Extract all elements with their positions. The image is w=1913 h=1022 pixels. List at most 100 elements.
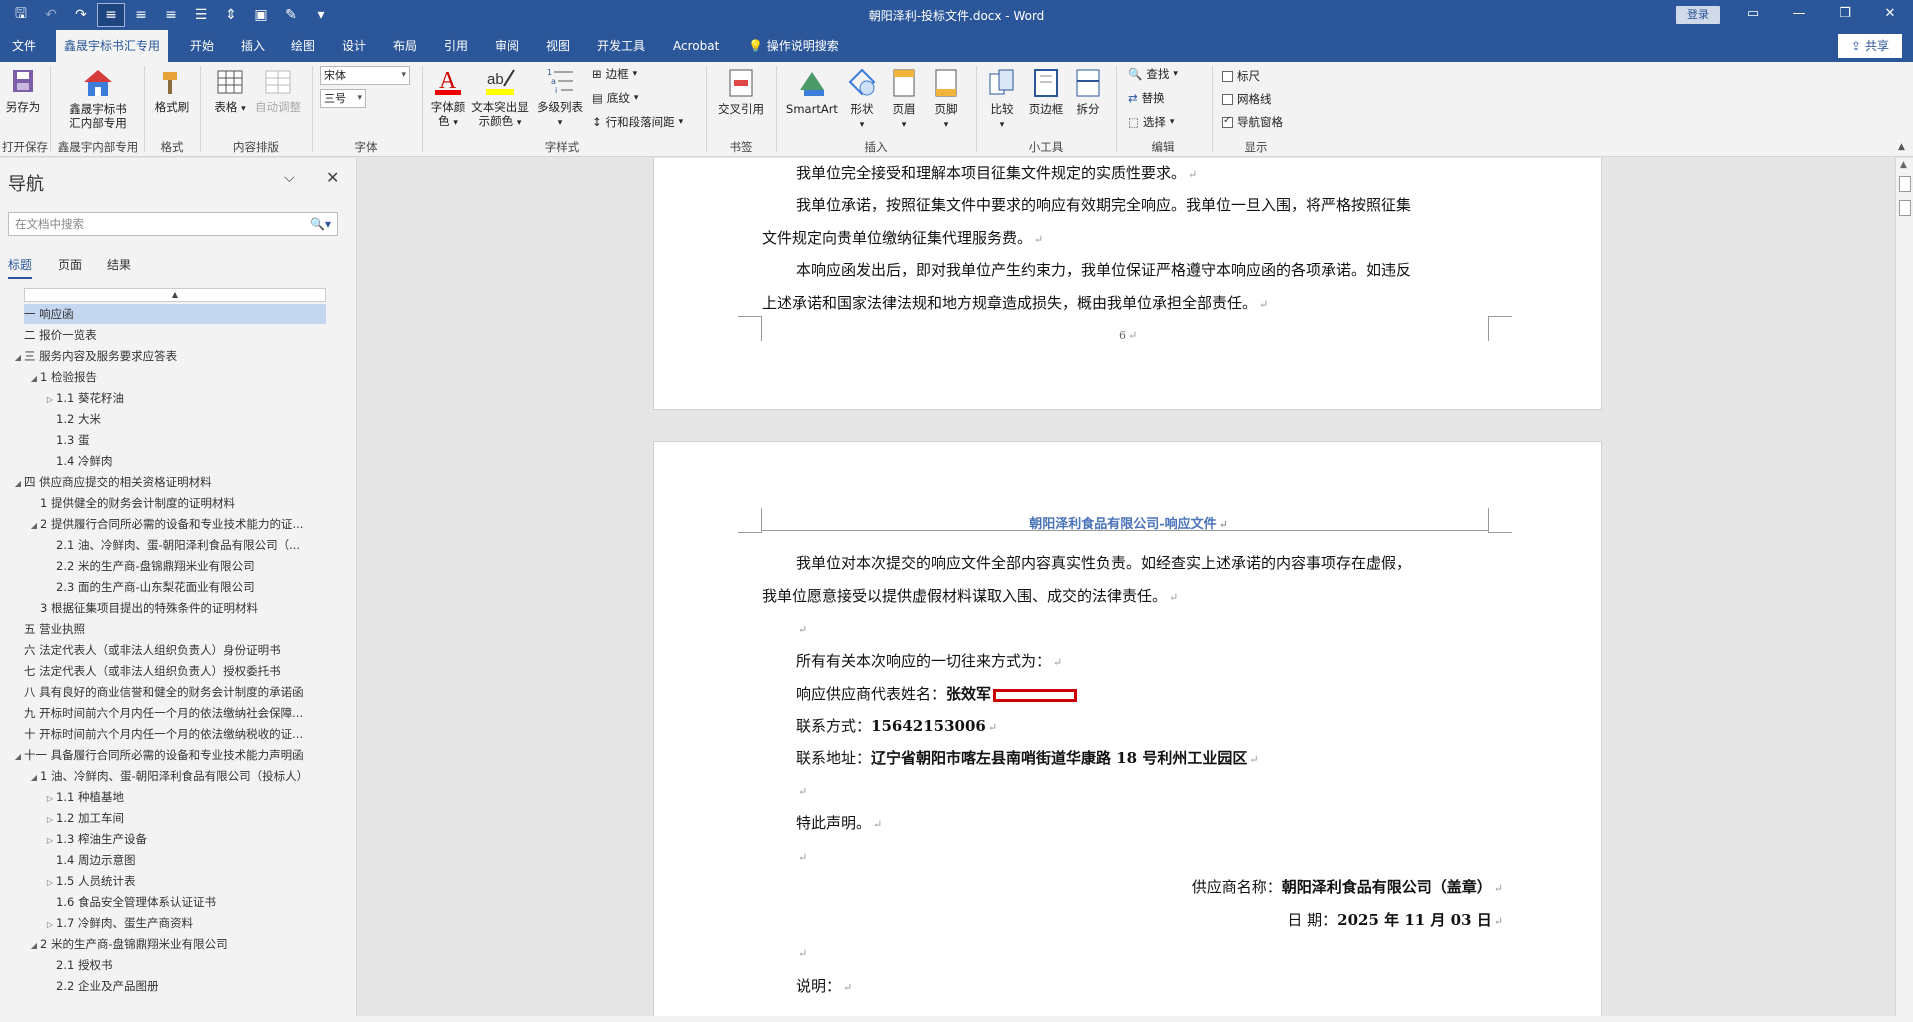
restore-icon[interactable]: ❐	[1822, 0, 1868, 30]
select-button[interactable]: ⬚ 选择 ▾	[1128, 114, 1174, 130]
collapse-icon[interactable]: ◢	[12, 348, 24, 366]
collapse-icon[interactable]: ◢	[28, 369, 40, 387]
supplier-line[interactable]: 供应商名称：朝阳泽利食品有限公司（盖章） ↵	[1192, 876, 1503, 897]
gridlines-checkbox[interactable]: 网格线	[1222, 91, 1272, 107]
footer-button[interactable]: 页脚 ▾	[926, 68, 966, 132]
expand-icon[interactable]: ▷	[44, 873, 56, 891]
share-button[interactable]: ⇪ 共享	[1838, 34, 1902, 58]
nav-heading-item[interactable]: 五 营业执照	[0, 619, 325, 639]
expand-icon[interactable]: ▷	[44, 810, 56, 828]
paragraph[interactable]: 我单位对本次提交的响应文件全部内容真实性负责。如经查实上述承诺的内容事项存在虚假…	[796, 552, 1411, 573]
ruler-checkbox[interactable]: 标尺	[1222, 68, 1260, 84]
scroll-up-icon[interactable]: ▲	[1900, 160, 1907, 170]
xsy-internal-button[interactable]: 鑫晟宇标书 汇内部专用	[58, 68, 138, 130]
nav-heading-item[interactable]: ▷ 1.7 冷鲜肉、蛋生产商资料	[0, 913, 325, 933]
paragraph[interactable]: 上述承诺和国家法律法规和地方规章造成损失，概由我单位承担全部责任。 ↵	[762, 292, 1268, 313]
tab-developer[interactable]: 开发工具	[589, 30, 653, 62]
split-button[interactable]: 拆分	[1070, 68, 1106, 116]
minimize-icon[interactable]: —	[1776, 0, 1822, 30]
search-icon[interactable]: 🔍▾	[310, 213, 331, 235]
ribbon-display-icon[interactable]: ▭	[1730, 0, 1776, 30]
compare-button[interactable]: 比较 ▾	[982, 68, 1022, 132]
paragraph[interactable]: 特此声明。 ↵	[796, 812, 882, 833]
nav-heading-item[interactable]: 十 开标时间前六个月内任一个月的依法缴纳税收的证...	[0, 724, 325, 744]
tab-insert[interactable]: 插入	[233, 30, 273, 62]
shading-button[interactable]: ▤ 底纹 ▾	[592, 90, 638, 106]
nav-heading-item[interactable]: 2.1 油、冷鲜肉、蛋-朝阳泽利食品有限公司（...	[0, 535, 325, 555]
collapse-icon[interactable]: ◢	[12, 747, 24, 765]
font-color-button[interactable]: A 字体颜 色 ▾	[426, 66, 470, 130]
collapse-icon[interactable]: ◢	[12, 474, 24, 492]
empty-paragraph[interactable]: ↵	[796, 847, 807, 865]
save-as-button[interactable]: 另存为	[2, 68, 44, 114]
nav-tab-results[interactable]: 结果	[107, 256, 131, 273]
nav-heading-item[interactable]: 1 提供健全的财务会计制度的证明材料	[0, 493, 325, 513]
expand-icon[interactable]: ▷	[44, 390, 56, 408]
nav-heading-item[interactable]: 六 法定代表人（或非法人组织负责人）身份证明书	[0, 640, 325, 660]
close-icon[interactable]: ✕	[326, 168, 339, 187]
nav-heading-item[interactable]: ▷ 1.1 种植基地	[0, 787, 325, 807]
tab-tell-me[interactable]: 💡 操作说明搜索	[740, 30, 847, 62]
nav-heading-item[interactable]: 1.2 大米	[0, 409, 325, 429]
nav-tab-pages[interactable]: 页面	[58, 256, 82, 273]
tab-draw[interactable]: 绘图	[283, 30, 323, 62]
nav-heading-item[interactable]: 2.2 米的生产商-盘锦鼎翔米业有限公司	[0, 556, 325, 576]
paragraph[interactable]: 我单位愿意接受以提供虚假材料谋取入围、成交的法律责任。 ↵	[762, 585, 1178, 606]
nav-heading-item[interactable]: 1.4 冷鲜肉	[0, 451, 325, 471]
tab-design[interactable]: 设计	[334, 30, 374, 62]
auto-adjust-button[interactable]: 自动调整	[252, 68, 304, 114]
nav-pane-checkbox[interactable]: 导航窗格	[1222, 114, 1283, 130]
paragraph[interactable]: 所有有关本次响应的一切往来方式为： ↵	[796, 650, 1062, 671]
multilevel-list-button[interactable]: 1ai 多级列表 ▾	[534, 66, 586, 130]
nav-heading-item[interactable]: 二 报价一览表	[0, 325, 325, 345]
nav-search-input[interactable]: 在文档中搜索 🔍▾	[8, 212, 338, 236]
nav-heading-item[interactable]: ▷ 1.3 榨油生产设备	[0, 829, 325, 849]
scroll-thumb-2[interactable]	[1899, 200, 1911, 216]
font-size-select[interactable]: 三号	[320, 89, 366, 108]
format-painter-button[interactable]: 格式刷	[150, 68, 194, 114]
nav-tab-headings[interactable]: 标题	[8, 256, 33, 279]
nav-heading-item[interactable]: 2.2 企业及产品图册	[0, 976, 325, 996]
nav-pane-check[interactable]	[1222, 115, 1233, 128]
nav-heading-item[interactable]: ◢ 十一 具备履行合同所必需的设备和专业技术能力声明函	[0, 745, 325, 765]
page-header[interactable]: 朝阳泽利食品有限公司-响应文件 ↵	[654, 513, 1603, 532]
nav-heading-item[interactable]: 3 根据征集项目提出的特殊条件的证明材料	[0, 598, 325, 618]
tab-references[interactable]: 引用	[436, 30, 476, 62]
paragraph[interactable]: 说明： ↵	[796, 975, 852, 996]
collapse-icon[interactable]: ◢	[28, 768, 40, 786]
nav-heading-item[interactable]: ◢ 2 提供履行合同所必需的设备和专业技术能力的证...	[0, 514, 325, 534]
nav-heading-item[interactable]: ◢ 三 服务内容及服务要求应答表	[0, 346, 325, 366]
nav-heading-item[interactable]: 七 法定代表人（或非法人组织负责人）授权委托书	[0, 661, 325, 681]
tab-xsy[interactable]: 鑫晟宇标书汇专用	[56, 30, 169, 62]
page-border-button[interactable]: 页边框	[1024, 68, 1068, 116]
gridlines-check[interactable]	[1222, 93, 1233, 105]
line-spacing-button[interactable]: ↕ 行和段落间距 ▾	[592, 114, 683, 130]
ruler-check[interactable]	[1222, 70, 1233, 82]
nav-heading-item[interactable]: 2.3 面的生产商-山东梨花面业有限公司	[0, 577, 325, 597]
find-button[interactable]: 🔍 查找 ▾	[1128, 66, 1178, 82]
nav-heading-item[interactable]: ▷ 1.5 人员统计表	[0, 871, 325, 891]
cross-ref-button[interactable]: 交叉引用	[712, 68, 770, 116]
rep-line[interactable]: 响应供应商代表姓名：张效军	[796, 683, 1078, 704]
nav-heading-item[interactable]: 八 具有良好的商业信誉和健全的财务会计制度的承诺函	[0, 682, 325, 702]
smartart-button[interactable]: SmartArt	[784, 68, 840, 116]
replace-button[interactable]: ⇄ 替换	[1128, 90, 1165, 106]
nav-heading-item[interactable]: 1.6 食品安全管理体系认证证书	[0, 892, 325, 912]
nav-heading-item[interactable]: 2.1 授权书	[0, 955, 325, 975]
expand-icon[interactable]: ▷	[44, 915, 56, 933]
empty-paragraph[interactable]: ↵	[796, 619, 807, 637]
font-name-select[interactable]: 宋体	[320, 66, 410, 85]
collapse-icon[interactable]: ◢	[28, 936, 40, 954]
vertical-scrollbar[interactable]: ▲	[1895, 158, 1913, 1022]
nav-heading-item[interactable]: ▷ 1.1 葵花籽油	[0, 388, 325, 408]
date-line[interactable]: 日 期：2025 年 11 月 03 日 ↵	[1287, 909, 1503, 930]
nav-heading-item[interactable]: 一 响应函	[24, 304, 326, 324]
collapse-all-icon[interactable]: ▲	[24, 288, 326, 302]
tab-home[interactable]: 开始	[182, 30, 222, 62]
paragraph[interactable]: 我单位承诺，按照征集文件中要求的响应有效期完全响应。我单位一旦入围，将严格按照征…	[796, 194, 1411, 215]
paragraph[interactable]: 我单位完全接受和理解本项目征集文件规定的实质性要求。 ↵	[796, 162, 1197, 183]
table-button[interactable]: 表格 ▾	[208, 68, 252, 116]
border-button[interactable]: ⊞ 边框 ▾	[592, 66, 637, 82]
tab-view[interactable]: 视图	[538, 30, 578, 62]
address-line[interactable]: 联系地址：辽宁省朝阳市喀左县南哨街道华康路 18 号利州工业园区 ↵	[796, 747, 1259, 768]
